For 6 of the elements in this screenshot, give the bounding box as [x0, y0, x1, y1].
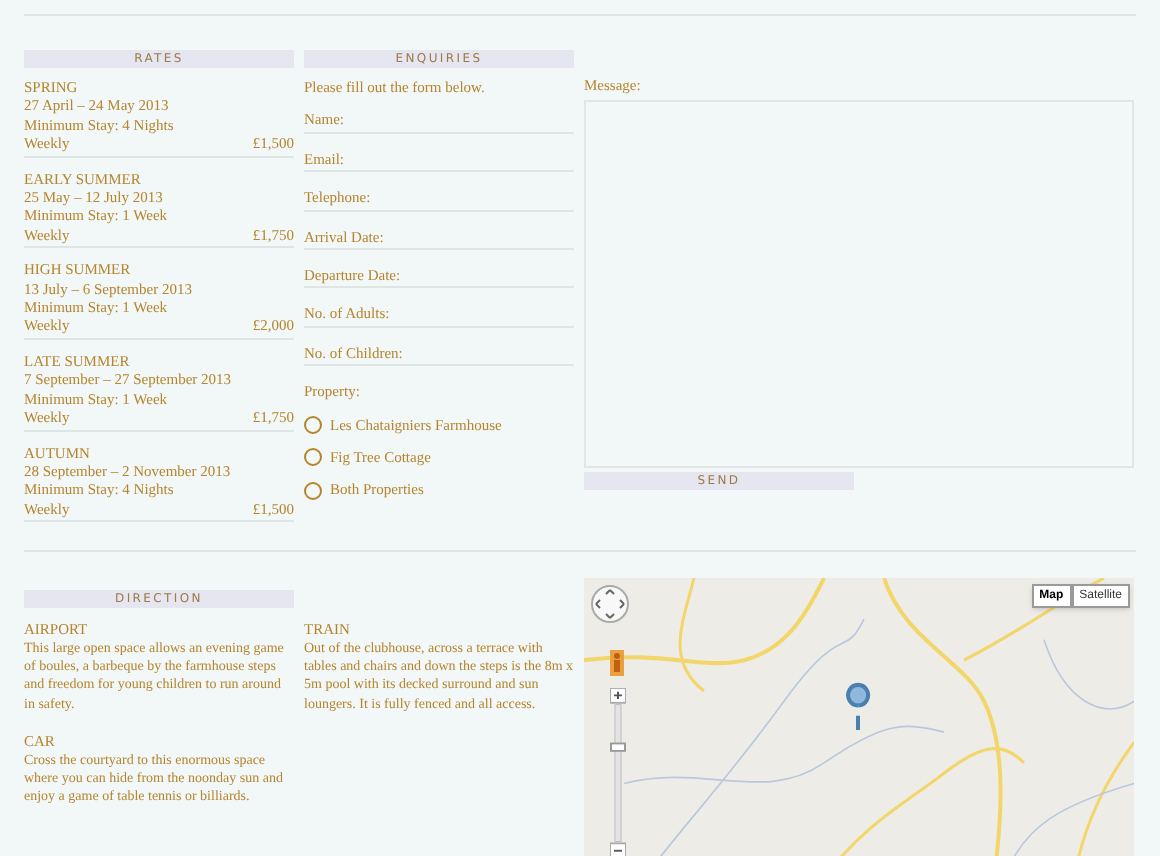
radio-button[interactable] [304, 448, 322, 467]
radio-button[interactable] [304, 481, 322, 500]
zoom-slider-icon[interactable] [610, 688, 626, 856]
radio-button[interactable] [304, 415, 322, 434]
pan-control-icon[interactable] [590, 584, 630, 625]
pegman-icon[interactable] [610, 650, 624, 677]
